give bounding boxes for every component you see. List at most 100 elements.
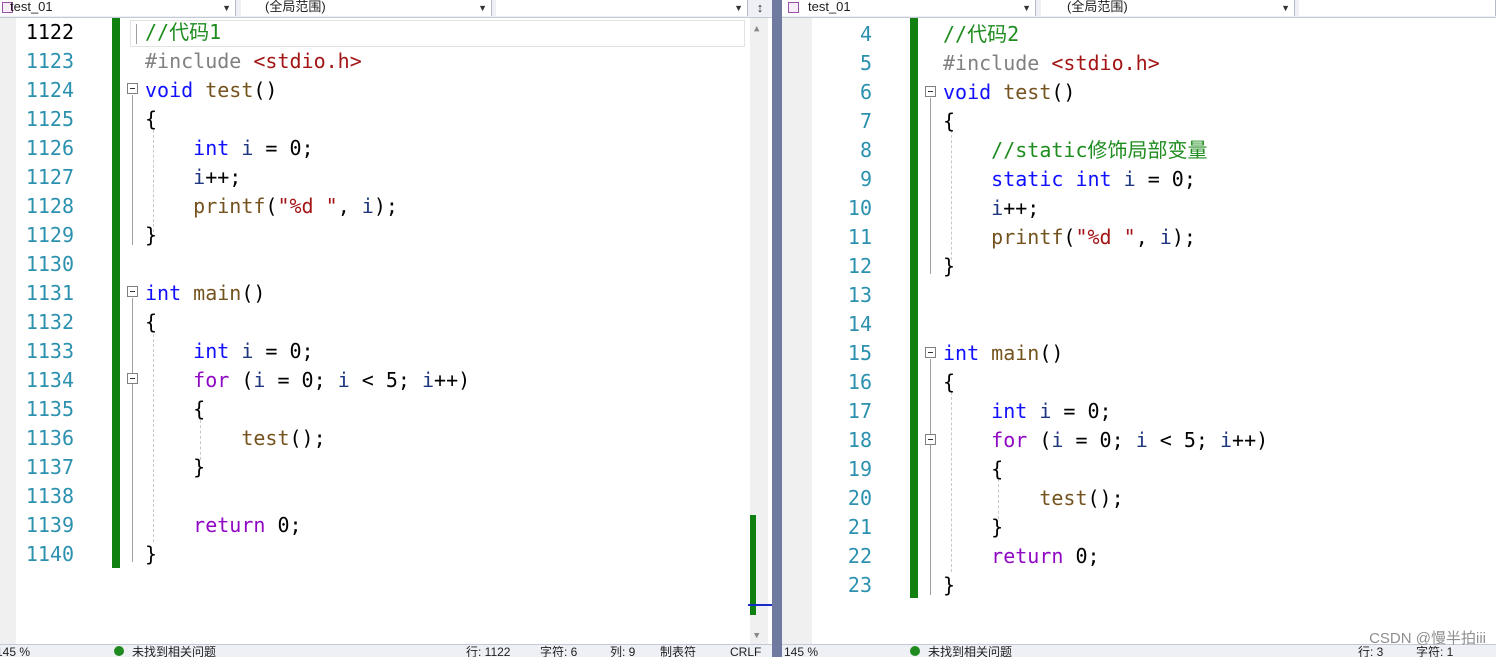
code-text: for (i = 0; i < 5; i++) [145,366,470,395]
code-text: } [943,571,955,600]
code-line[interactable]: 1129} [0,221,600,250]
code-line[interactable]: 22 return 0; [782,542,1382,571]
code-token: i [1219,428,1233,452]
code-token: = 0; [1135,167,1196,191]
code-token: test [1003,80,1052,104]
right-scope-dropdown[interactable]: (全局范围) ▼ [1041,0,1295,16]
code-line[interactable]: 5 #include <stdio.h> [782,49,1382,78]
code-line[interactable]: 1137 } [0,453,600,482]
line-number: 10 [847,196,872,220]
row-indicator: 行: 1122 [466,645,511,657]
code-line[interactable]: 1140} [0,540,600,569]
code-token: i [1039,399,1052,423]
code-line[interactable]: 18 for (i = 0; i < 5; i++) [782,426,1382,455]
line-number: 21 [847,515,872,539]
code-token: ( [229,368,254,392]
code-line[interactable]: 1130 [0,250,600,279]
right-navigation-bar: test_01 ▼ (全局范围) ▼ [782,0,1496,18]
left-editor-pane: test_01 ▼ (全局范围) ▼ ▼ ↕ 1122 //代码1 1123 #inc… [0,0,772,657]
scrollbar-caret-marker [748,604,772,606]
code-token: } [145,455,206,479]
code-line[interactable]: 1133 int i = 0; [0,337,600,366]
code-line[interactable]: 20 test(); [782,484,1382,513]
code-line[interactable]: 23} [782,571,1382,600]
code-line[interactable]: 1134 for (i = 0; i < 5; i++) [0,366,600,395]
code-token: <stdio.h> [1051,51,1160,75]
code-line[interactable]: 1136 test(); [0,424,600,453]
code-line[interactable]: 1135 { [0,395,600,424]
code-token: i [1135,428,1148,452]
code-token: int [991,399,1028,423]
code-token: test [1039,486,1088,510]
code-token: printf [991,225,1064,249]
code-line[interactable]: 1122 //代码1 [0,18,600,47]
code-text: { [943,107,955,136]
code-token: ++; [1003,196,1040,220]
code-token: (); [1087,486,1124,510]
line-number: 4 [859,22,872,46]
line-number: 1135 [25,397,74,421]
code-token: } [943,515,1004,539]
code-line[interactable]: 14 [782,310,1382,339]
line-number: 5 [859,51,872,75]
zoom-level[interactable]: 145 % [0,646,30,657]
left-member-dropdown[interactable]: ▼ [496,0,748,16]
code-token: { [943,370,956,394]
scroll-up-icon[interactable]: ▲ [754,24,759,34]
code-token: int [193,136,230,160]
code-text: { [145,395,205,424]
chevron-down-icon: ▼ [1281,3,1290,13]
code-line[interactable]: 1139 return 0; [0,511,600,540]
code-line[interactable]: 1127 i++; [0,163,600,192]
code-line[interactable]: 15 int main() [782,339,1382,368]
code-line[interactable]: 1128 printf("%d ", i); [0,192,600,221]
right-file-dropdown[interactable]: test_01 ▼ [782,0,1036,16]
code-line[interactable]: 17 int i = 0; [782,397,1382,426]
line-number: 1132 [25,310,74,334]
code-token: () [1051,80,1076,104]
code-line[interactable]: 1138 [0,482,600,511]
code-line[interactable]: 7{ [782,107,1382,136]
code-line[interactable]: 9 static int i = 0; [782,165,1382,194]
scroll-down-icon[interactable]: ▼ [754,631,759,641]
code-line[interactable]: 6 void test() [782,78,1382,107]
code-line[interactable]: 1124 void test() [0,76,600,105]
project-icon [788,2,799,13]
left-scope-dropdown[interactable]: (全局范围) ▼ [241,0,492,16]
right-member-dropdown[interactable] [1299,0,1496,16]
code-text: void test() [145,76,277,105]
code-line[interactable]: 16 { [782,368,1382,397]
line-number: 23 [847,573,872,597]
code-text: printf("%d ", i); [943,223,1196,252]
issues-status[interactable]: 未找到相关问题 [928,646,1012,657]
code-line[interactable]: 1125 { [0,105,600,134]
split-window-button[interactable]: ↕ [750,0,770,16]
code-line[interactable]: 13 [782,281,1382,310]
code-text: } [145,540,157,569]
code-line[interactable]: 12} [782,252,1382,281]
code-line[interactable]: 8 //static修饰局部变量 [782,136,1382,165]
code-text: #include <stdio.h> [943,49,1160,78]
code-line[interactable]: 1131 int main() [0,279,600,308]
code-line[interactable]: 19 { [782,455,1382,484]
window-splitter[interactable] [772,0,782,657]
code-line[interactable]: 1126 int i = 0; [0,134,600,163]
code-line[interactable]: 1123 #include <stdio.h> [0,47,600,76]
tabs-indicator[interactable]: 制表符 [660,646,696,657]
zoom-level[interactable]: 145 % [784,646,818,657]
eol-indicator[interactable]: CRLF [730,646,761,657]
code-token: () [241,281,266,305]
chevron-down-icon: ▼ [1022,3,1031,13]
code-line[interactable]: 4 //代码2 [782,20,1382,49]
issues-status[interactable]: 未找到相关问题 [132,646,216,657]
code-line[interactable]: 11 printf("%d ", i); [782,223,1382,252]
code-line[interactable]: 10 i++; [782,194,1382,223]
code-token: void [145,78,194,102]
code-line[interactable]: 21 } [782,513,1382,542]
code-line[interactable]: 1132 { [0,308,600,337]
left-file-dropdown[interactable]: test_01 ▼ [0,0,236,16]
line-number: 1129 [25,223,74,247]
